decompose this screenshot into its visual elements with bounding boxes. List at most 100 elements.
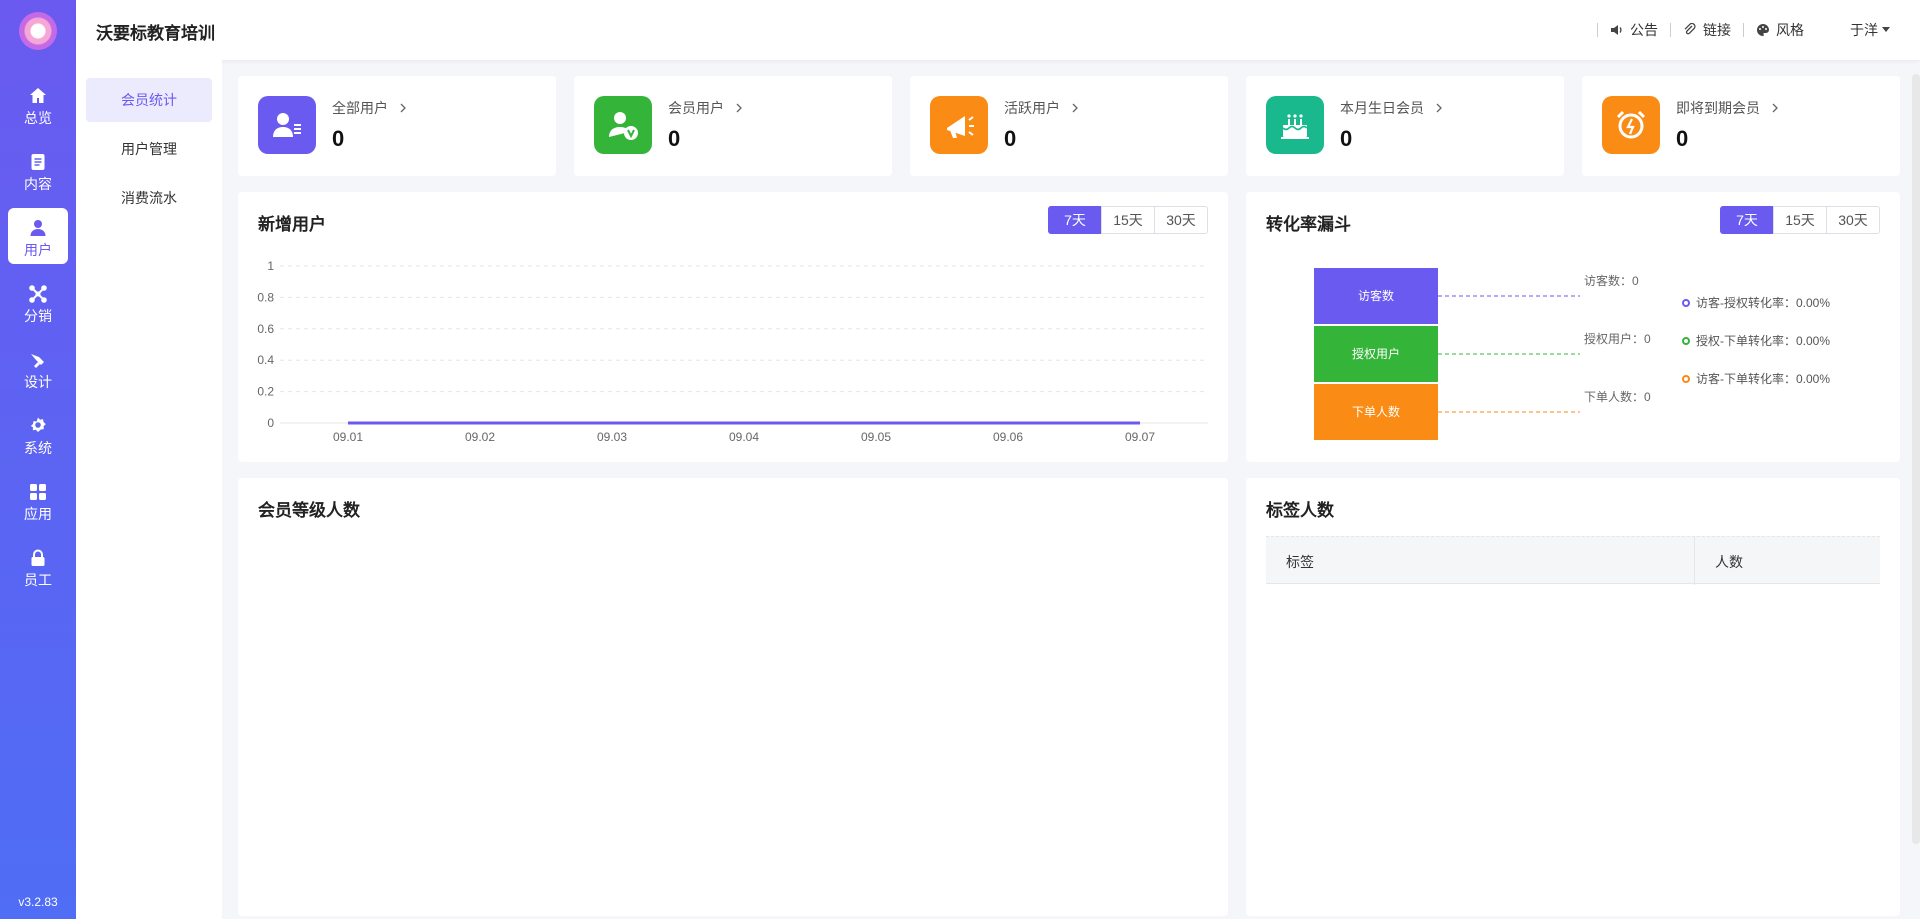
rail-item-label: 应用 — [24, 506, 52, 522]
rail-item-label: 系统 — [24, 440, 52, 456]
y-tick-label: 0.8 — [257, 290, 274, 304]
lock-icon — [28, 548, 48, 568]
tags-panel: 标签人数 标签 人数 — [1246, 478, 1900, 916]
stat-card: 即将到期会员 0 — [1582, 76, 1900, 176]
rail-item-label: 总览 — [24, 110, 52, 126]
caret-down-icon — [1882, 27, 1890, 32]
rail-item-lock[interactable]: 员工 — [8, 538, 68, 594]
stat-label-link[interactable]: 全部用户 — [332, 98, 406, 118]
rail-item-label: 用户 — [24, 242, 52, 258]
funnel-stage-count: 授权用户：0 — [1584, 331, 1651, 346]
speaker-icon — [1611, 25, 1622, 35]
app-logo[interactable] — [19, 12, 57, 50]
rail-item-document[interactable]: 内容 — [8, 142, 68, 198]
funnel-legend-item: 访客-授权转化率：0.00% — [1682, 294, 1830, 311]
chevron-right-icon — [1772, 103, 1778, 113]
chevron-right-icon — [1436, 103, 1442, 113]
share-network-icon — [28, 284, 48, 304]
gear-icon — [28, 416, 48, 436]
paperclip-icon — [1684, 23, 1696, 35]
funnel-stage-count: 下单人数：0 — [1584, 389, 1651, 404]
y-tick-label: 0.2 — [257, 385, 274, 399]
chevron-right-icon — [400, 103, 406, 113]
links-link[interactable]: 链接 — [1683, 20, 1731, 40]
member-level-panel: 会员等级人数 — [238, 478, 1228, 916]
funnel-stage-count: 访客数：0 — [1584, 273, 1639, 288]
x-tick-label: 09.02 — [465, 430, 495, 444]
rail-item-label: 员工 — [24, 572, 52, 588]
submenu-member-stats[interactable]: 会员统计 — [86, 78, 212, 122]
cake-icon — [1266, 96, 1324, 154]
stat-label-link[interactable]: 本月生日会员 — [1340, 98, 1442, 118]
x-tick-label: 09.06 — [993, 430, 1023, 444]
style-link[interactable]: 风格 — [1756, 20, 1804, 40]
stat-value: 0 — [1340, 126, 1353, 151]
y-tick-label: 0 — [267, 416, 274, 430]
user-menu[interactable]: 于洋 — [1850, 20, 1890, 40]
funnel-stage-label: 授权用户 — [1352, 346, 1400, 361]
stat-label-link[interactable]: 即将到期会员 — [1676, 98, 1778, 118]
left-rail: 总览内容用户分销设计系统应用员工 v3.2.83 — [0, 0, 76, 919]
version-label: v3.2.83 — [18, 895, 58, 909]
alarm-clock-icon — [1602, 96, 1660, 154]
rail-item-user[interactable]: 用户 — [8, 208, 68, 264]
y-tick-label: 0.4 — [257, 353, 274, 367]
column-header-tag: 标签 — [1286, 554, 1314, 570]
user-icon — [28, 218, 48, 238]
apps-grid-icon — [28, 482, 48, 502]
stat-label-link[interactable]: 会员用户 — [668, 98, 742, 118]
funnel-legend-item: 访客-下单转化率：0.00% — [1682, 370, 1830, 387]
megaphone-icon — [930, 96, 988, 154]
sub-menu: 会员统计 用户管理 消费流水 — [76, 60, 222, 919]
user-card-icon — [258, 96, 316, 154]
document-icon — [28, 152, 48, 172]
palette-icon — [1757, 24, 1769, 36]
top-header: 沃要标教育培训 公告 链接 风格 于洋 — [76, 0, 1920, 60]
column-header-count: 人数 — [1715, 554, 1743, 570]
member-level-title: 会员等级人数 — [258, 501, 360, 520]
stat-label-link[interactable]: 活跃用户 — [1004, 98, 1078, 118]
stat-value: 0 — [1676, 126, 1689, 151]
rail-item-label: 内容 — [24, 176, 52, 192]
page-title: 沃要标教育培训 — [96, 24, 215, 43]
stat-card: 活跃用户 0 — [910, 76, 1228, 176]
funnel-legend-item: 授权-下单转化率：0.00% — [1682, 332, 1830, 349]
rail-item-brush[interactable]: 设计 — [8, 340, 68, 396]
conversion-funnel-panel: 转化率漏斗 7天 15天 30天 访客数 访客数：0 授权用户 授权用户：0 下单人数下… — [1246, 192, 1900, 462]
submenu-user-manage[interactable]: 用户管理 — [86, 127, 212, 171]
x-tick-label: 09.04 — [729, 430, 759, 444]
vip-user-icon — [594, 96, 652, 154]
funnel-chart: 访客数 访客数：0 授权用户 授权用户：0 下单人数 下单人数：0 — [1314, 268, 1651, 440]
submenu-consume-flow[interactable]: 消费流水 — [86, 176, 212, 220]
stat-value: 0 — [332, 126, 345, 151]
rail-item-label: 分销 — [24, 308, 52, 324]
y-tick-label: 1 — [267, 259, 274, 273]
chevron-right-icon — [1072, 103, 1078, 113]
x-tick-label: 09.05 — [861, 430, 891, 444]
rail-item-share-network[interactable]: 分销 — [8, 274, 68, 330]
x-tick-label: 09.01 — [333, 430, 363, 444]
stat-value: 0 — [1004, 126, 1017, 151]
y-tick-label: 0.6 — [257, 322, 274, 336]
rail-item-apps-grid[interactable]: 应用 — [8, 472, 68, 528]
rail-item-home[interactable]: 总览 — [8, 76, 68, 132]
brush-icon — [28, 350, 48, 370]
x-tick-label: 09.07 — [1125, 430, 1155, 444]
tags-table-header: 标签 人数 — [1266, 536, 1880, 585]
rail-item-label: 设计 — [24, 374, 52, 390]
stat-card: 本月生日会员 0 — [1246, 76, 1564, 176]
stat-card: 全部用户 0 — [238, 76, 556, 176]
new-users-panel: 新增用户 7天 15天 30天 1 0.8 0.6 0.4 0.2 0 09.01 09.02… — [238, 192, 1228, 462]
rail-item-gear[interactable]: 系统 — [8, 406, 68, 462]
stat-value: 0 — [668, 126, 681, 151]
notice-link[interactable]: 公告 — [1610, 20, 1658, 40]
stat-card: 会员用户 0 — [574, 76, 892, 176]
new-users-line-chart: 1 0.8 0.6 0.4 0.2 0 09.01 09.02 09.03 09.04 09.05 0… — [257, 259, 1208, 444]
home-icon — [28, 86, 48, 106]
funnel-stage-label: 下单人数 — [1352, 404, 1400, 419]
tags-title: 标签人数 — [1266, 501, 1334, 520]
chevron-right-icon — [736, 103, 742, 113]
funnel-stage-label: 访客数 — [1358, 288, 1394, 303]
x-tick-label: 09.03 — [597, 430, 627, 444]
page-scrollbar[interactable] — [1912, 74, 1920, 844]
